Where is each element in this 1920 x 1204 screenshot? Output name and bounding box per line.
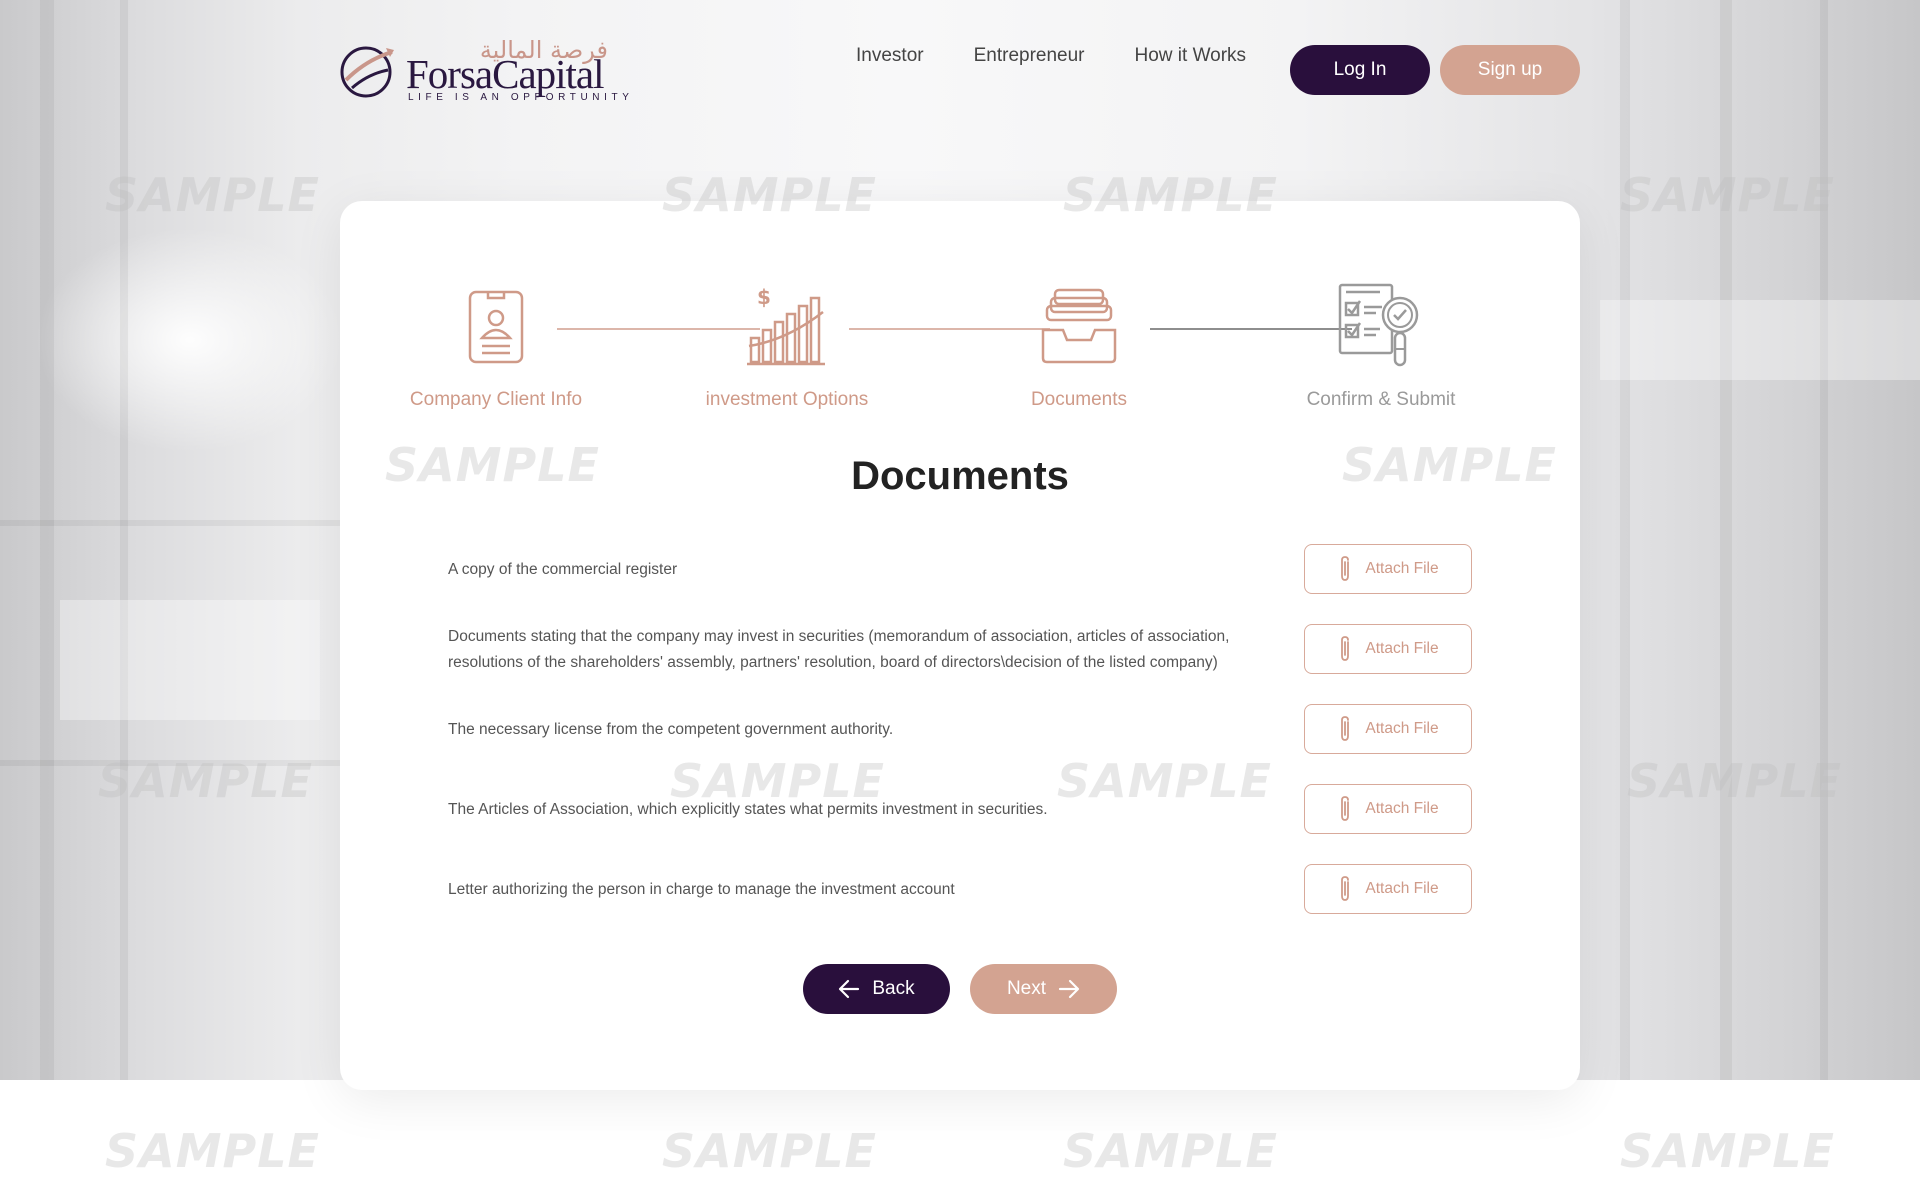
logo-wordmark: ForsaCapital (406, 51, 605, 97)
step-documents[interactable]: Documents (959, 281, 1199, 411)
client-profile-icon (468, 290, 524, 364)
step-label: Company Client Info (409, 389, 583, 410)
nav-entrepreneur[interactable]: Entrepreneur (974, 45, 1085, 67)
document-row: The Articles of Association, which expli… (448, 784, 1472, 836)
paperclip-icon (1337, 795, 1353, 823)
attach-file-button[interactable]: Attach File (1304, 704, 1472, 754)
step-confirm-submit[interactable]: Confirm & Submit (1261, 281, 1501, 411)
wizard-navigation: Back Next (340, 964, 1580, 1014)
checklist-magnifier-icon (1338, 283, 1419, 367)
attach-file-label: Attach File (1365, 560, 1439, 577)
document-description: A copy of the commercial register (448, 561, 678, 578)
document-description: The necessary license from the competent… (448, 721, 894, 738)
step-company-client-info[interactable]: Company Client Info (376, 281, 616, 411)
attach-file-label: Attach File (1365, 880, 1439, 897)
forsa-capital-logo[interactable]: فرصة المالية ForsaCapital LIFE IS AN OPP… (338, 36, 629, 106)
attach-file-label: Attach File (1365, 640, 1439, 657)
step-label: investment Options (705, 389, 869, 410)
document-row: The necessary license from the competent… (448, 704, 1472, 756)
nav-investor[interactable]: Investor (856, 45, 924, 67)
svg-text:$: $ (757, 286, 771, 309)
signup-button[interactable]: Sign up (1440, 45, 1580, 95)
document-row: A copy of the commercial register Attach… (448, 544, 1472, 596)
step-label: Confirm & Submit (1306, 389, 1456, 410)
attach-file-button[interactable]: Attach File (1304, 864, 1472, 914)
site-header: فرصة المالية ForsaCapital LIFE IS AN OPP… (0, 0, 1920, 140)
page-title: Documents (851, 454, 1069, 498)
back-label: Back (872, 978, 915, 999)
investment-chart-icon: $ (747, 286, 825, 366)
progress-stepper: Company Client Info $ investment Options (340, 201, 1580, 421)
attach-file-button[interactable]: Attach File (1304, 784, 1472, 834)
attach-file-button[interactable]: Attach File (1304, 624, 1472, 674)
login-button[interactable]: Log In (1290, 45, 1430, 95)
step-investment-options[interactable]: $ investment Options (667, 281, 907, 411)
document-description: The Articles of Association, which expli… (448, 801, 1048, 818)
step-label: Documents (1030, 389, 1128, 410)
next-button[interactable]: Next (970, 964, 1117, 1014)
attach-file-button[interactable]: Attach File (1304, 544, 1472, 594)
paperclip-icon (1337, 635, 1353, 663)
document-row: Letter authorizing the person in charge … (448, 864, 1472, 916)
arrow-left-icon (838, 979, 860, 999)
back-button[interactable]: Back (803, 964, 950, 1014)
paperclip-icon (1337, 715, 1353, 743)
arrow-right-icon (1058, 979, 1080, 999)
next-label: Next (1006, 978, 1047, 999)
globe-logo-icon (340, 46, 394, 98)
document-description: Documents stating that the company may i… (448, 628, 1230, 671)
main-nav: Investor Entrepreneur How it Works (856, 45, 1286, 67)
documents-tray-icon (1041, 288, 1117, 364)
nav-how-it-works[interactable]: How it Works (1135, 45, 1247, 67)
documents-card: Company Client Info $ investment Options (340, 201, 1580, 1090)
document-description: Letter authorizing the person in charge … (448, 881, 955, 898)
attach-file-label: Attach File (1365, 720, 1439, 737)
attach-file-label: Attach File (1365, 800, 1439, 817)
paperclip-icon (1337, 555, 1353, 583)
document-row: Documents stating that the company may i… (448, 624, 1472, 676)
logo-tagline: LIFE IS AN OPPORTUNITY (408, 92, 634, 103)
paperclip-icon (1337, 875, 1353, 903)
